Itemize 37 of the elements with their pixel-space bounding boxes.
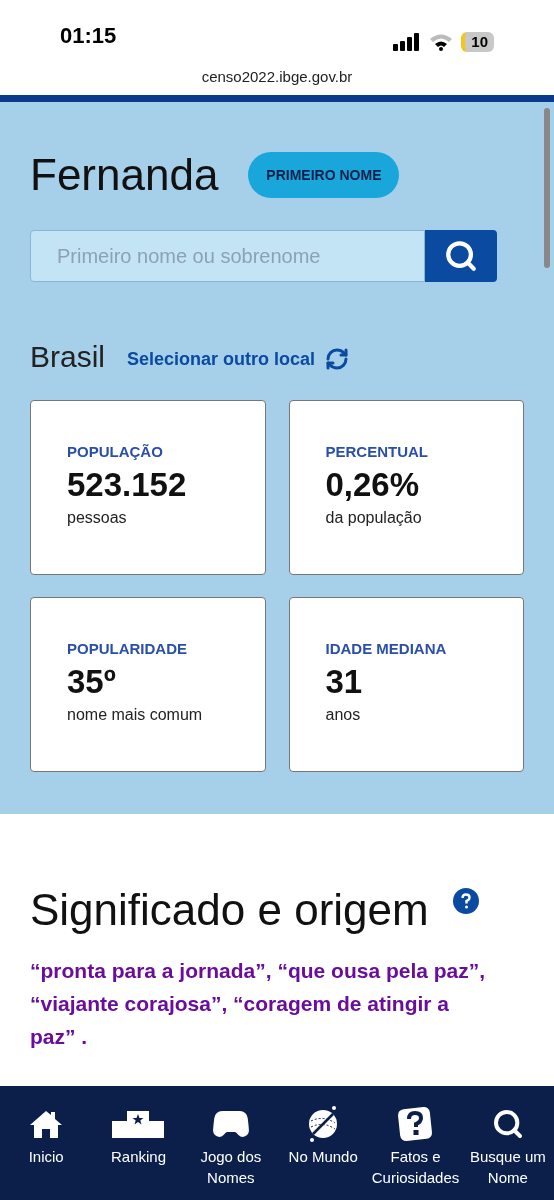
question-icon — [397, 1106, 434, 1142]
select-location-link[interactable]: Selecionar outro local — [127, 345, 350, 373]
battery-indicator: 10 — [461, 32, 494, 52]
meaning-highlight: “pronta para a jornada”, “que ousa pela paz”, “viajante corajosa”, “coragem de atingir a paz” . — [30, 958, 487, 1050]
nav-item[interactable]: Busque um Nome — [461, 1102, 554, 1200]
stat-label: POPULAÇÃO — [67, 442, 164, 462]
nav-item[interactable]: Inicio — [0, 1102, 93, 1200]
stat-value: 0,26% — [325, 464, 421, 505]
search-icon — [491, 1108, 524, 1140]
nav-item[interactable]: Jogo dos Nomes — [184, 1102, 277, 1200]
search-button[interactable] — [425, 230, 497, 282]
nav-item[interactable]: No Mundo — [277, 1102, 370, 1200]
stat-value: 523.152 — [67, 464, 188, 505]
signal-icon — [393, 33, 422, 51]
nav-item[interactable]: Ranking — [92, 1102, 185, 1200]
first-name-badge: PRIMEIRO NOME — [248, 152, 400, 198]
nav-item[interactable]: Fatos e Curiosidades — [369, 1102, 462, 1200]
stat-label: PERCENTUAL — [325, 442, 429, 462]
stat-label: POPULARIDADE — [67, 639, 188, 659]
stat-value: 31 — [325, 661, 364, 702]
search-icon — [444, 239, 478, 273]
stat-label: IDADE MEDIANA — [325, 639, 448, 659]
search-field[interactable]: Primeiro nome ou sobrenome — [30, 230, 425, 282]
wifi-icon — [429, 33, 454, 51]
stat-caption: nome mais comum — [67, 704, 204, 725]
refresh-icon — [325, 347, 350, 371]
stat-value: 35º — [67, 661, 117, 702]
section-title: Significado e origem — [30, 884, 429, 936]
podium-icon — [111, 1109, 166, 1139]
name-title: Fernanda — [30, 149, 219, 201]
help-icon[interactable] — [452, 888, 479, 914]
location-name: Brasil — [30, 338, 105, 375]
stat-caption: da população — [325, 507, 423, 528]
url-text[interactable]: censo2022.ibge.gov.br — [201, 66, 353, 89]
stat-caption: anos — [325, 704, 362, 725]
status-time: 01:15 — [60, 22, 117, 50]
stat-caption: pessoas — [67, 507, 128, 528]
